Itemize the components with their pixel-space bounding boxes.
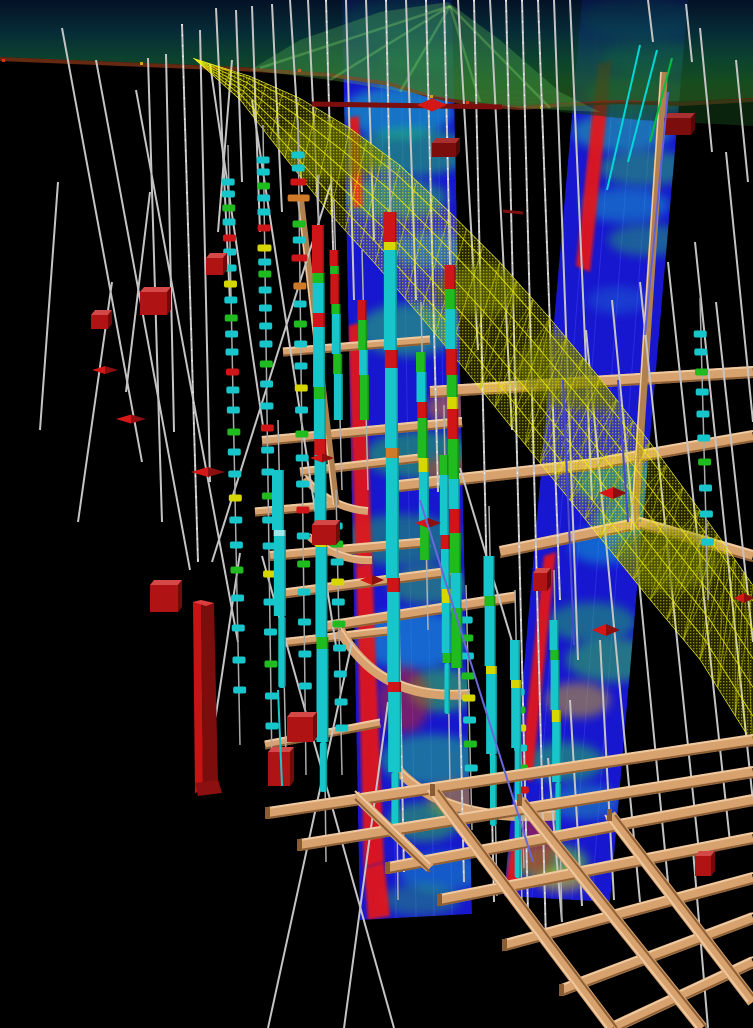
scene-svg [0,0,753,1028]
3d-viewport[interactable] [0,0,753,1028]
